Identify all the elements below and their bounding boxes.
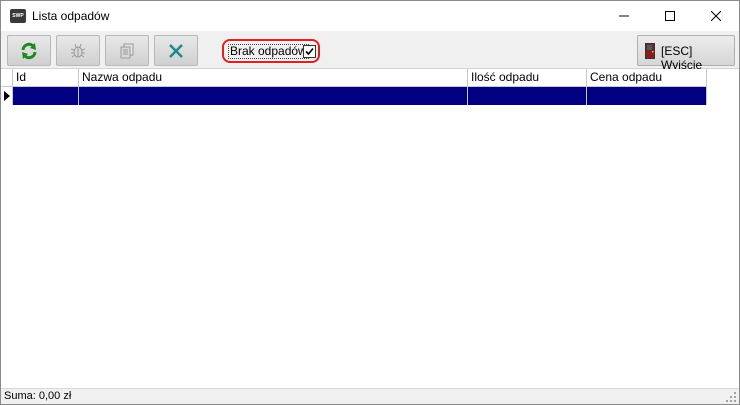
current-row-arrow-icon [3,91,10,101]
window: SWP Lista odpadów Brak odpadów [ESC] Wyj… [0,0,740,405]
minimize-icon [619,15,629,17]
refresh-icon [21,42,37,59]
grid-header: Id Nazwa odpadu Ilość odpadu Cena odpadu [1,69,707,87]
cell-name[interactable] [79,87,468,105]
app-icon: SWP [10,9,26,23]
close-icon [711,11,721,21]
cell-price[interactable] [587,87,707,105]
bug-icon [70,43,86,57]
cross-icon [169,43,183,58]
column-header-name[interactable]: Nazwa odpadu [79,69,468,87]
maximize-button[interactable] [647,1,693,31]
copy-button[interactable] [105,35,149,66]
row-indicator[interactable] [1,87,13,105]
no-waste-checkbox-label[interactable]: Brak odpadów [228,44,309,59]
sum-status: Suma: 0,00 zł [4,390,72,402]
column-header-id[interactable]: Id [13,69,79,87]
copy-icon [120,43,134,58]
no-waste-checkbox[interactable] [303,45,316,58]
toolbar: Brak odpadów [ESC] Wyjście [1,31,739,72]
column-header-price[interactable]: Cena odpadu [587,69,707,87]
bug-button[interactable] [56,35,100,66]
exit-button-label: [ESC] Wyjście [661,44,703,72]
table-row[interactable] [1,87,707,105]
maximize-icon [665,11,675,21]
status-bar: Suma: 0,00 zł [1,388,739,404]
title-bar[interactable]: SWP Lista odpadów [1,1,739,31]
exit-button[interactable]: [ESC] Wyjście [637,35,735,72]
row-indicator-header [1,69,13,87]
window-title: Lista odpadów [32,9,110,23]
delete-button[interactable] [154,35,198,66]
refresh-button[interactable] [7,35,51,66]
close-button[interactable] [693,1,739,31]
resize-grip-icon[interactable] [725,391,737,403]
column-header-quantity[interactable]: Ilość odpadu [468,69,587,87]
waste-grid[interactable]: Id Nazwa odpadu Ilość odpadu Cena odpadu [1,69,739,388]
cell-quantity[interactable] [468,87,587,105]
checkmark-icon [305,47,314,56]
minimize-button[interactable] [601,1,647,31]
no-waste-checkbox-group[interactable]: Brak odpadów [222,39,320,63]
door-exit-icon [645,43,655,59]
cell-id[interactable] [13,87,79,105]
